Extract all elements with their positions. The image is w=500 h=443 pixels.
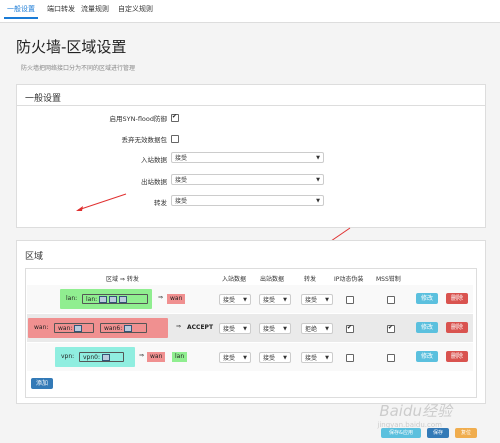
row-input-select[interactable]: 接受 ▼ — [219, 352, 251, 363]
drop-invalid-label: 丢弃无效数据包 — [121, 136, 168, 144]
chevron-down-icon: ▼ — [316, 155, 320, 161]
row-forward-select[interactable]: 拒绝 ▼ — [301, 323, 333, 334]
masq-checkbox[interactable] — [346, 296, 354, 304]
chevron-down-icon: ▼ — [325, 355, 329, 361]
header-zone: 区域 ⇒ 转发 — [106, 276, 139, 283]
header-forward: 转发 — [304, 276, 317, 283]
delete-button[interactable]: 删除 — [446, 293, 468, 304]
zones-panel: 区域 区域 ⇒ 转发 入站数据 出站数据 转发 IP动态伪装 MSS钳制 lan… — [16, 240, 486, 404]
tab-bar: 一般设置 端口转发 流量规则 自定义规则 — [0, 0, 500, 23]
general-settings-title: 一般设置 — [25, 94, 62, 104]
wifi-icon — [119, 296, 128, 303]
iface-lan: lan: — [82, 294, 148, 304]
header-masq: IP动态伪装 — [334, 276, 364, 283]
panel-divider — [17, 105, 485, 106]
tab-port-forward[interactable]: 端口转发 — [47, 4, 75, 14]
header-input: 入站数据 — [222, 276, 247, 283]
watermark-logo: Baidu经验 — [379, 402, 452, 420]
table-row: lan: lan: ⇒ wan 接受 ▼ 接受 ▼ 接受 ▼ 修改 删除 — [27, 285, 473, 313]
zones-table: 区域 ⇒ 转发 入站数据 出站数据 转发 IP动态伪装 MSS钳制 lan: l… — [25, 268, 477, 398]
tab-general[interactable]: 一般设置 — [4, 4, 38, 19]
header-output: 出站数据 — [260, 276, 285, 283]
row-output-select[interactable]: 接受 ▼ — [259, 294, 291, 305]
input-select[interactable]: 接受 ▼ — [171, 152, 324, 163]
network-icon — [74, 325, 83, 332]
dest-zone: wan — [167, 294, 186, 304]
mss-checkbox[interactable] — [387, 325, 395, 333]
header-mss: MSS钳制 — [376, 276, 401, 283]
output-select[interactable]: 接受 ▼ — [171, 174, 324, 185]
table-row: vpn: vpn0: ⇒ wan lan 接受 ▼ 接受 ▼ 接受 ▼ 修改 删除 — [27, 343, 473, 371]
syn-flood-label: 启用SYN-flood防御 — [109, 115, 167, 123]
save-apply-button[interactable]: 保存&应用 — [381, 428, 421, 438]
zone-name: wan: — [34, 324, 49, 331]
chevron-down-icon: ▼ — [316, 177, 320, 183]
chevron-down-icon: ▼ — [243, 355, 247, 361]
arrow-icon: ⇒ — [139, 352, 145, 359]
edit-button[interactable]: 修改 — [416, 293, 438, 304]
zone-badge-lan[interactable]: lan: lan: — [60, 289, 152, 309]
delete-button[interactable]: 删除 — [446, 322, 468, 333]
forward-select-value: 接受 — [175, 198, 188, 205]
arrow-icon: ⇒ — [176, 323, 182, 330]
input-label: 入站数据 — [141, 156, 167, 164]
tab-traffic-rules[interactable]: 流量规则 — [81, 4, 109, 14]
chevron-down-icon: ▼ — [325, 297, 329, 303]
masq-checkbox[interactable] — [346, 354, 354, 362]
chevron-down-icon: ▼ — [283, 326, 287, 332]
reset-button[interactable]: 复位 — [455, 428, 477, 438]
mss-checkbox[interactable] — [387, 296, 395, 304]
row-output-select[interactable]: 接受 ▼ — [259, 323, 291, 334]
zones-title: 区域 — [25, 252, 44, 262]
input-select-value: 接受 — [175, 155, 188, 162]
table-row: wan: wan: wan6: ⇒ ACCEPT 接受▼ 接受▼ 拒绝▼ 修改 … — [27, 314, 473, 342]
edit-button[interactable]: 修改 — [416, 351, 438, 362]
network-icon — [99, 296, 108, 303]
edit-button[interactable]: 修改 — [416, 322, 438, 333]
save-button[interactable]: 保存 — [427, 428, 449, 438]
masq-checkbox[interactable] — [346, 325, 354, 333]
zone-badge-wan[interactable]: wan: wan: wan6: — [28, 318, 168, 338]
chevron-down-icon: ▼ — [283, 355, 287, 361]
wifi-icon — [109, 296, 118, 303]
dest-zone: wan — [147, 352, 166, 362]
row-output-select[interactable]: 接受 ▼ — [259, 352, 291, 363]
annotation-arrow-left — [76, 193, 127, 211]
chevron-down-icon: ▼ — [283, 297, 287, 303]
forward-select[interactable]: 接受 ▼ — [171, 195, 324, 206]
delete-button[interactable]: 删除 — [446, 351, 468, 362]
syn-flood-checkbox[interactable] — [171, 114, 179, 122]
zone-name: lan: — [66, 295, 78, 302]
drop-invalid-checkbox[interactable] — [171, 135, 179, 143]
dest-policy: ACCEPT — [187, 324, 214, 331]
iface-wan: wan: — [54, 323, 94, 333]
row-forward-select[interactable]: 接受 ▼ — [301, 352, 333, 363]
page-description: 防火墙把网络接口分为不同的区域进行管理 — [21, 65, 136, 72]
iface-wan6: wan6: — [100, 323, 147, 333]
network-icon — [124, 325, 133, 332]
row-input-select[interactable]: 接受 ▼ — [219, 323, 251, 334]
output-label: 出站数据 — [141, 178, 167, 186]
dest-zone: lan — [172, 352, 188, 362]
chevron-down-icon: ▼ — [325, 326, 329, 332]
tab-custom-rules[interactable]: 自定义规则 — [118, 4, 153, 14]
mss-checkbox[interactable] — [387, 354, 395, 362]
row-forward-select[interactable]: 接受 ▼ — [301, 294, 333, 305]
page-title: 防火墙-区域设置 — [16, 38, 127, 56]
iface-vpn0: vpn0: — [79, 352, 124, 362]
output-select-value: 接受 — [175, 177, 188, 184]
zone-name: vpn: — [61, 353, 75, 360]
zone-badge-vpn[interactable]: vpn: vpn0: — [55, 347, 135, 367]
arrow-icon: ⇒ — [158, 294, 164, 301]
chevron-down-icon: ▼ — [316, 198, 320, 204]
network-icon — [102, 354, 111, 361]
row-input-select[interactable]: 接受 ▼ — [219, 294, 251, 305]
chevron-down-icon: ▼ — [243, 297, 247, 303]
add-zone-button[interactable]: 添加 — [31, 378, 53, 389]
chevron-down-icon: ▼ — [243, 326, 247, 332]
